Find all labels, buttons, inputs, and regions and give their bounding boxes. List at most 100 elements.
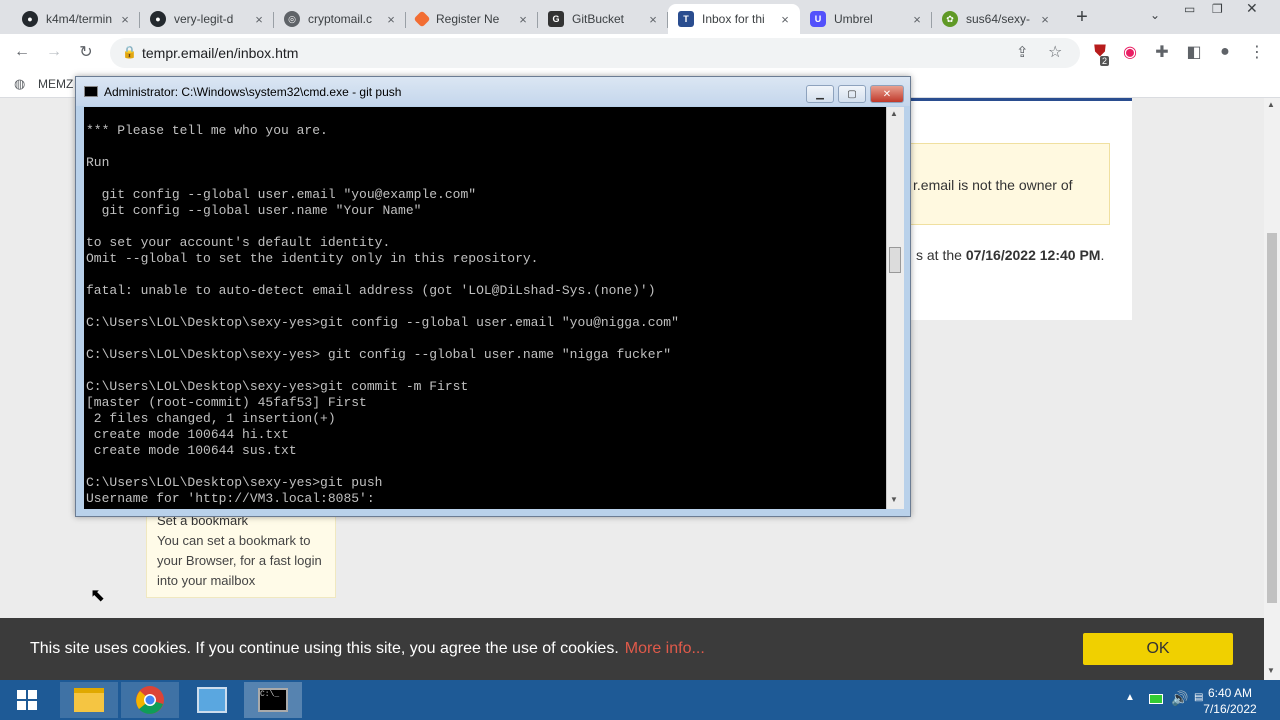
console-line: Run	[86, 155, 110, 170]
tab-search-chevron-icon[interactable]: ⌄	[1150, 8, 1160, 22]
globe-icon: ◎	[284, 11, 300, 27]
profile-avatar-icon[interactable]: ●	[1214, 41, 1236, 63]
scroll-down-icon[interactable]: ▼	[1267, 666, 1275, 675]
minimize-icon[interactable]: ▭	[1184, 2, 1195, 16]
tab-6[interactable]: U Umbrel ×	[800, 4, 932, 34]
tab-4[interactable]: G GitBucket ×	[538, 4, 668, 34]
back-arrow-icon[interactable]: ←	[11, 41, 33, 63]
console-line: C:\Users\LOL\Desktop\sexy-yes>git push	[86, 475, 383, 490]
tab-close-icon[interactable]: ×	[646, 12, 660, 27]
cmd-minimize-button[interactable]: ▁	[806, 85, 834, 103]
gogs-icon: ✿	[942, 11, 958, 27]
cmd-scroll-thumb[interactable]	[889, 247, 901, 273]
cmd-titlebar[interactable]: Administrator: C:\Windows\system32\cmd.e…	[76, 77, 910, 106]
console-line: *** Please tell me who you are.	[86, 123, 328, 138]
console-line: create mode 100644 hi.txt	[86, 427, 289, 442]
cmd-scroll-down-icon[interactable]: ▼	[890, 495, 898, 504]
lock-icon[interactable]: 🔒	[122, 45, 137, 59]
umbrel-icon: U	[810, 11, 826, 27]
scroll-up-icon[interactable]: ▲	[1267, 100, 1275, 109]
tempr-icon: T	[678, 11, 694, 27]
tab-title: k4m4/termin	[46, 12, 113, 26]
taskbar-clock[interactable]: 6:40 AM 7/16/2022	[1200, 685, 1260, 717]
extensions-puzzle-icon[interactable]: ✚	[1151, 41, 1173, 63]
gitea-icon	[413, 10, 431, 28]
taskbar-cmd[interactable]: C:\_	[244, 682, 302, 718]
new-tab-button[interactable]: +	[1068, 6, 1096, 28]
console-line: create mode 100644 sus.txt	[86, 443, 297, 458]
menu-kebab-icon[interactable]: ⋮	[1246, 41, 1268, 63]
cmd-output: *** Please tell me who you are. Run git …	[84, 107, 886, 507]
tab-close-icon[interactable]: ×	[778, 12, 792, 27]
cookie-text: This site uses cookies. If you continue …	[30, 640, 619, 657]
cmd-maximize-button[interactable]: ▢	[838, 85, 866, 103]
page-scrollbar[interactable]: ▲ ▼	[1264, 98, 1280, 680]
tab-2[interactable]: ◎ cryptomail.c ×	[274, 4, 406, 34]
cmd-title: Administrator: C:\Windows\system32\cmd.e…	[104, 84, 402, 99]
cmd-window[interactable]: Administrator: C:\Windows\system32\cmd.e…	[75, 76, 911, 517]
tab-close-icon[interactable]: ×	[384, 12, 398, 27]
reload-icon[interactable]: ↻	[75, 41, 97, 63]
console-line: C:\Users\LOL\Desktop\sexy-yes>git config…	[86, 315, 679, 330]
close-window-icon[interactable]: ✕	[1246, 0, 1258, 17]
extension-badge: 2	[1100, 56, 1110, 66]
tab-title: very-legit-d	[174, 12, 234, 26]
cmd-close-button[interactable]: ✕	[870, 85, 904, 103]
address-bar[interactable]: 🔒 tempr.email/en/inbox.htm ⇪ ☆	[110, 38, 1080, 68]
share-icon[interactable]: ⇪	[1016, 43, 1029, 61]
mail-panel: r.email is not the owner of s at the 07/…	[910, 98, 1132, 320]
tab-1[interactable]: ● very-legit-d ×	[140, 4, 274, 34]
tray-chevron-icon[interactable]: ▲	[1125, 692, 1135, 703]
restore-icon[interactable]: ❐	[1212, 2, 1223, 16]
tab-close-icon[interactable]: ×	[910, 12, 924, 27]
tab-close-icon[interactable]: ×	[252, 12, 266, 27]
cookie-more-info-link[interactable]: More info...	[625, 640, 705, 658]
taskbar-file-explorer[interactable]	[60, 682, 118, 718]
date-value: 07/16/2022 12:40 PM	[965, 247, 1101, 263]
github-icon: ●	[22, 11, 38, 27]
cmd-icon	[84, 86, 98, 97]
bookmark-star-icon[interactable]: ☆	[1048, 42, 1062, 62]
tab-close-icon[interactable]: ×	[516, 12, 530, 27]
volume-icon[interactable]: 🔊	[1171, 690, 1188, 707]
cookie-ok-button[interactable]: OK	[1083, 633, 1233, 665]
tab-close-icon[interactable]: ×	[1038, 12, 1052, 27]
tab-3[interactable]: Register Ne ×	[406, 4, 538, 34]
cmd-scroll-up-icon[interactable]: ▲	[890, 109, 898, 118]
console-line: to set your account's default identity.	[86, 235, 391, 250]
scrollbar-thumb[interactable]	[1267, 233, 1277, 603]
date-prefix: s at the	[916, 247, 966, 263]
tab-title: sus64/sexy-	[966, 12, 1031, 26]
battery-icon[interactable]	[1149, 694, 1163, 704]
tab-close-icon[interactable]: ×	[118, 12, 132, 27]
cmd-console[interactable]: *** Please tell me who you are. Run git …	[84, 107, 886, 509]
forward-arrow-icon[interactable]: →	[43, 41, 65, 63]
mouse-cursor-icon: ⬉	[90, 585, 106, 605]
console-line: 2 files changed, 1 insertion(+)	[86, 411, 336, 426]
bookmark-tip-card: Set a bookmark You can set a bookmark to…	[146, 510, 336, 598]
tab-5-active[interactable]: T Inbox for thi ×	[668, 4, 800, 34]
console-line: Username for 'http://VM3.local:8085':	[86, 491, 375, 506]
tab-0[interactable]: ● k4m4/termin ×	[12, 4, 140, 34]
taskbar-control-panel[interactable]	[183, 682, 241, 718]
console-line: Omit --global to set the identity only i…	[86, 251, 539, 266]
control-panel-icon	[197, 687, 227, 713]
bookmark-memz[interactable]: MEMZ	[38, 77, 73, 91]
tab-7[interactable]: ✿ sus64/sexy- ×	[932, 4, 1060, 34]
notice-text: r.email is not the owner of	[913, 177, 1073, 193]
tab-strip: ● k4m4/termin × ● very-legit-d × ◎ crypt…	[0, 0, 1280, 34]
side-panel-icon[interactable]: ◧	[1183, 41, 1205, 63]
start-button[interactable]	[0, 682, 54, 718]
taskbar-chrome[interactable]	[121, 682, 179, 718]
cmd-scrollbar[interactable]: ▲ ▼	[886, 107, 904, 509]
cmd-taskbar-icon: C:\_	[258, 688, 288, 712]
flag-extension-icon[interactable]: ◉	[1119, 41, 1141, 63]
console-line: fatal: unable to auto-detect email addre…	[86, 283, 656, 298]
